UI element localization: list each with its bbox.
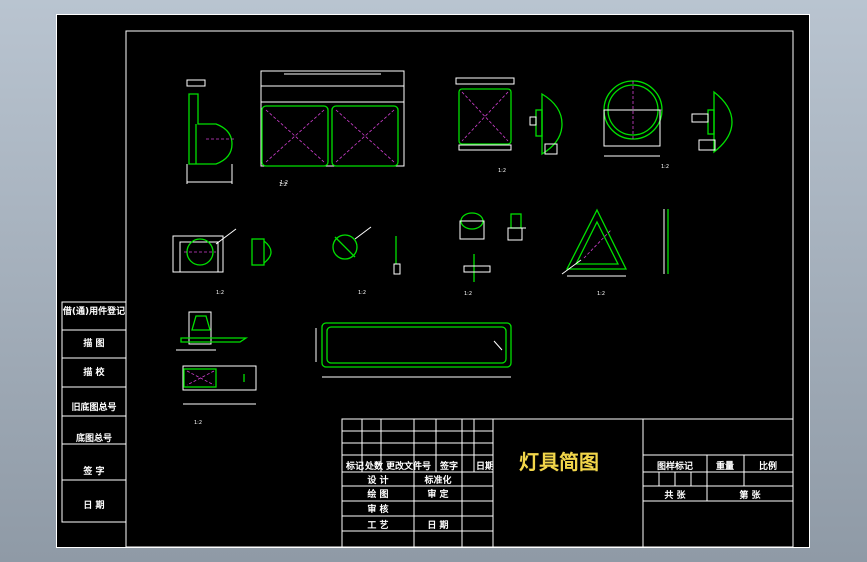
- side-label-2: 描 校: [83, 366, 105, 378]
- bracket-lamp: 1:2: [176, 311, 257, 426]
- label-draw: 绘 图: [367, 488, 388, 500]
- header-4: 日期: [476, 460, 494, 472]
- side-label-6: 日 期: [83, 499, 104, 511]
- label-process: 工 艺: [367, 519, 388, 531]
- label-check: 审 核: [367, 503, 388, 515]
- label-marking: 图样标记: [657, 460, 693, 472]
- side-label-0: 借(通)用件登记: [62, 305, 125, 317]
- header-3: 签字: [439, 460, 458, 472]
- double-rear-lamp: 1:2: [260, 70, 405, 186]
- square-lamp: 1:2: [455, 77, 563, 174]
- side-label-5: 签 字: [82, 465, 104, 477]
- drawing-sheet: 借(通)用件登记 描 图 描 校 旧底图总号 底图总号 签 字 日 期 标记 处…: [56, 14, 810, 548]
- long-plate-lamp: [315, 322, 512, 378]
- title-block: 标记 处数 更改文件号 签字 日期 设 计 标准化 绘 图 审 定 审 核 工 …: [341, 418, 794, 548]
- label-weight: 重量: [716, 460, 734, 472]
- label-sheet-no: 第 张: [739, 489, 761, 501]
- side-table: 借(通)用件登记 描 图 描 校 旧底图总号 底图总号 签 字 日 期: [61, 301, 127, 523]
- drawing-title: 灯具简图: [519, 450, 599, 474]
- header-1: 处数: [364, 460, 384, 472]
- label-standard: 标准化: [423, 474, 451, 486]
- label-total-sheets: 共 张: [664, 489, 686, 501]
- view-label-9: 1:2: [194, 420, 202, 426]
- side-label-4: 底图总号: [76, 432, 112, 444]
- view-label-3: 1:2: [498, 168, 506, 174]
- view-label-5: 1:2: [216, 290, 224, 296]
- side-label-1: 描 图: [83, 337, 104, 349]
- marker-lamp: 1:2: [459, 212, 526, 297]
- header-0: 标记: [345, 460, 364, 472]
- small-lamp: 1:2: [172, 228, 272, 296]
- label-scale: 比例: [759, 460, 777, 472]
- lamp-side-view-1: 1:2: [186, 79, 287, 188]
- label-design: 设 计: [367, 474, 388, 486]
- view-label-6: 1:2: [358, 290, 366, 296]
- view-label-2: 1:2: [280, 180, 288, 186]
- label-approve: 审 定: [427, 488, 449, 500]
- round-lamp: 1:2: [603, 80, 733, 170]
- view-label-8: 1:2: [597, 291, 605, 297]
- side-label-3: 旧底图总号: [71, 401, 116, 413]
- warning-triangle: 1:2: [561, 208, 669, 297]
- outer-frame: [56, 14, 810, 548]
- header-2: 更改文件号: [386, 460, 431, 472]
- circular-reflector: 1:2: [332, 226, 401, 296]
- view-label-4: 1:2: [661, 164, 669, 170]
- drawing-canvas: 借(通)用件登记 描 图 描 校 旧底图总号 底图总号 签 字 日 期 标记 处…: [56, 14, 810, 548]
- view-label-7: 1:2: [464, 291, 472, 297]
- label-date: 日 期: [427, 519, 448, 531]
